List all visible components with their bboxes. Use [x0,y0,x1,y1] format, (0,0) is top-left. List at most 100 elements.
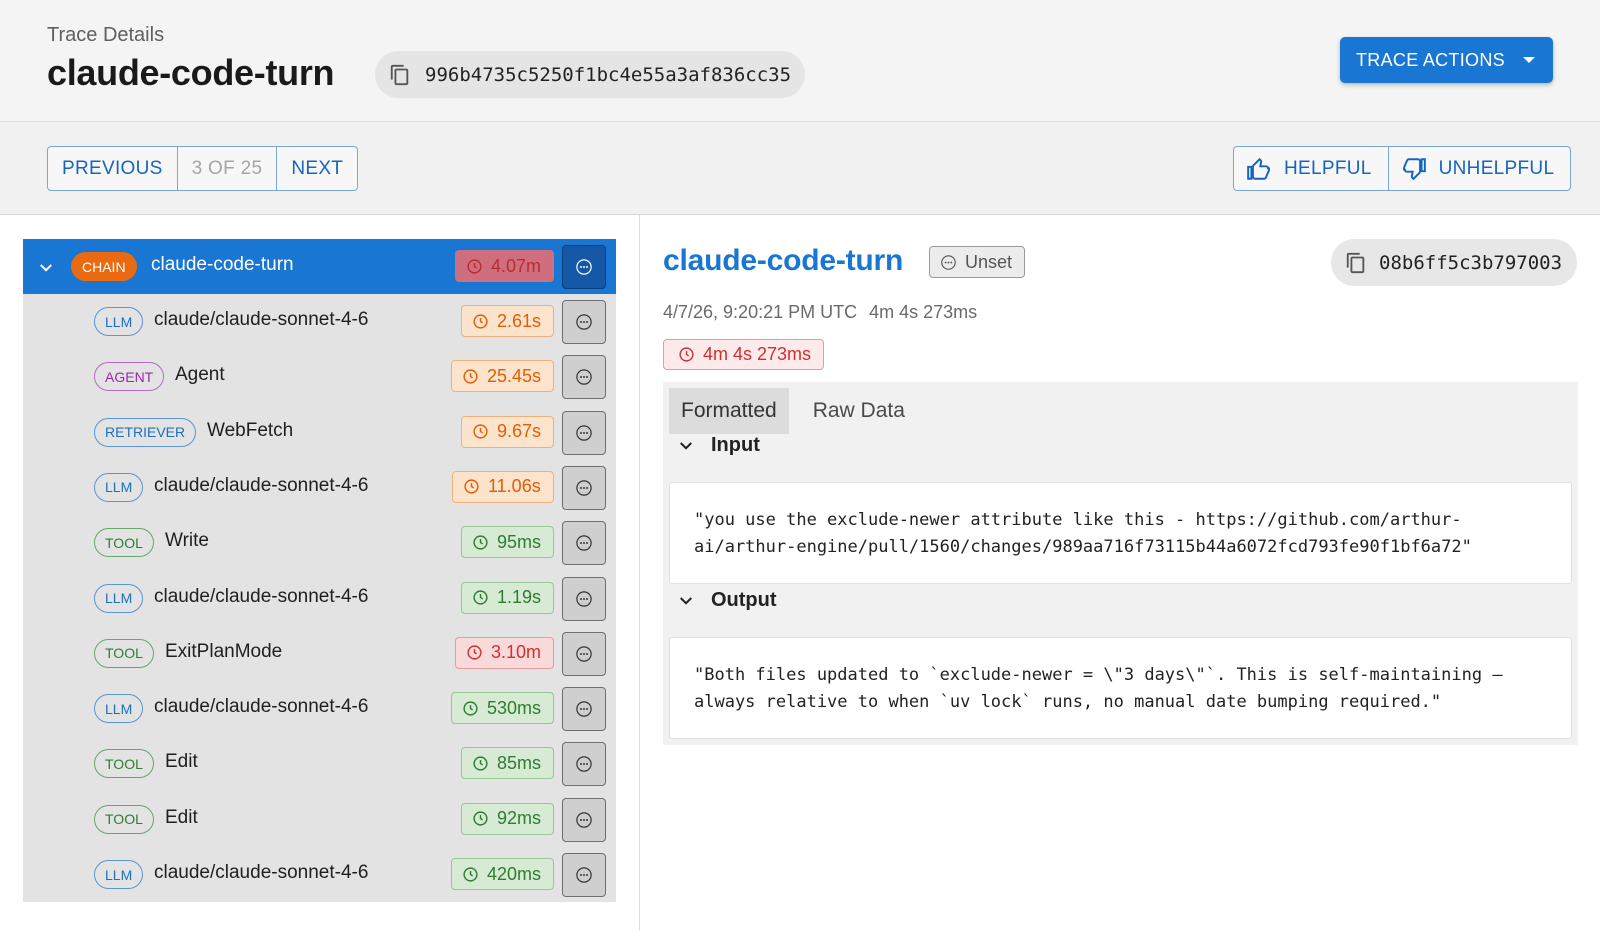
more-options-button[interactable] [562,576,606,621]
clock-icon [467,258,482,274]
duration-value: 3.10m [491,642,542,663]
chevron-down-icon[interactable] [37,259,55,277]
copy-icon[interactable] [1345,251,1367,275]
duration-badge: 9.67s [461,415,555,448]
thumbs-up-icon [1247,157,1270,180]
tree-row[interactable]: TOOL Edit 85ms [23,736,616,791]
duration-badge: 4m 4s 273ms [663,339,825,370]
more-horizontal-icon [576,590,592,607]
next-button[interactable]: NEXT [277,147,357,190]
span-kind-badge: LLM [94,860,144,889]
page-title: claude-code-turn [47,52,335,93]
tree-row[interactable]: LLM claude/claude-sonnet-4-6 420ms [23,847,616,902]
trace-actions-button[interactable]: TRACE ACTIONS [1340,37,1553,83]
span-name: WebFetch [207,419,294,441]
span-kind-badge: LLM [94,307,144,336]
duration-badge: 92ms [461,802,555,835]
clock-icon [463,866,478,882]
more-horizontal-icon [576,424,592,441]
helpful-button[interactable]: HELPFUL [1234,147,1388,190]
span-kind-badge: TOOL [94,638,154,668]
tree-row[interactable]: LLM claude/claude-sonnet-4-6 11.06s [23,460,616,515]
more-horizontal-icon [576,756,592,773]
duration-badge: 2.61s [461,305,555,337]
thumbs-down-icon [1402,157,1426,180]
status-chip[interactable]: Unset [929,246,1026,278]
more-options-button[interactable] [562,687,606,732]
more-options-button[interactable] [562,797,606,842]
tree-row[interactable]: LLM claude/claude-sonnet-4-6 530ms [23,681,616,736]
tree-row[interactable]: TOOL Edit 92ms [23,792,616,847]
span-kind-badge: TOOL [94,528,154,558]
duration-value: 25.45s [487,365,542,386]
caret-down-icon [1523,57,1535,63]
duration-badge: 25.45s [451,360,555,393]
clock-icon [473,590,488,605]
span-kind-badge: AGENT [94,362,165,392]
more-options-button[interactable] [562,631,606,676]
more-options-button[interactable] [562,355,606,400]
tree-row-root[interactable]: CHAIN claude-code-turn 4.07m [23,239,616,294]
duration-value: 4m 4s 273ms [703,344,812,364]
tree-row[interactable]: TOOL Write 95ms [23,515,616,570]
span-kind-badge: TOOL [94,749,154,779]
tree-row[interactable]: AGENT Agent 25.45s [23,349,616,404]
tab-raw-data[interactable]: Raw Data [801,388,917,434]
span-id: 08b6ff5c3b797003 [1379,251,1563,274]
clock-icon [473,535,488,550]
clock-icon [473,756,488,771]
more-options-button[interactable] [562,521,606,566]
more-horizontal-icon [576,701,592,717]
span-id-chip[interactable]: 08b6ff5c3b797003 [1331,239,1577,286]
span-kind-badge: LLM [94,694,144,724]
duration-badge: 530ms [451,692,555,725]
span-meta: 4/7/26, 9:20:21 PM UTC 4m 4s 273ms [663,302,977,323]
chevron-down-icon [680,441,692,450]
span-name: claude/claude-sonnet-4-6 [154,474,369,496]
panel-divider [639,215,640,930]
more-horizontal-icon [576,480,592,496]
content-tabs: Formatted Raw Data [669,388,929,434]
input-label: Input [711,434,760,456]
more-options-button[interactable] [562,742,606,787]
duration-value: 1.19s [497,587,542,607]
tree-row[interactable]: TOOL ExitPlanMode 3.10m [23,626,616,681]
output-section-toggle[interactable]: Output [677,589,777,612]
input-section-toggle[interactable]: Input [677,434,760,457]
duration-badge: 95ms [461,526,555,559]
span-name: Write [165,530,209,552]
tree-row[interactable]: LLM claude/claude-sonnet-4-6 2.61s [23,294,616,349]
more-options-button[interactable] [562,300,606,344]
duration-value: 11.06s [488,476,541,497]
trace-actions-label: TRACE ACTIONS [1356,49,1505,70]
span-name: claude/claude-sonnet-4-6 [154,862,369,883]
duration-value: 9.67s [497,421,542,442]
duration-value: 85ms [497,752,542,773]
span-kind-badge: RETRIEVER [94,417,197,447]
previous-button[interactable]: PREVIOUS [48,147,177,190]
output-label: Output [711,589,777,611]
more-options-button[interactable] [562,410,606,455]
duration-value: 95ms [497,531,542,552]
span-name: Edit [165,806,198,828]
span-kind-badge: TOOL [94,804,154,834]
header-subtitle: Trace Details [47,24,165,46]
span-kind-badge: LLM [94,583,144,613]
more-options-button[interactable] [562,245,606,289]
more-horizontal-icon [576,535,592,551]
tree-row[interactable]: RETRIEVER WebFetch 9.67s [23,405,616,460]
unhelpful-button[interactable]: UNHELPFUL [1387,147,1571,190]
clock-icon [473,313,488,329]
clock-icon [473,424,488,439]
tab-formatted[interactable]: Formatted [669,388,789,434]
span-name: Edit [165,751,198,773]
more-horizontal-icon [576,314,592,330]
more-options-button[interactable] [562,853,606,897]
trace-id-chip[interactable]: 996b4735c5250f1bc4e55a3af836cc35 [375,51,805,98]
span-kind-badge: LLM [94,472,144,502]
span-name: claude/claude-sonnet-4-6 [154,585,369,607]
tree-row[interactable]: LLM claude/claude-sonnet-4-6 1.19s [23,571,616,626]
span-name: claude/claude-sonnet-4-6 [154,309,369,330]
more-options-button[interactable] [562,465,606,510]
copy-icon[interactable] [389,63,411,87]
